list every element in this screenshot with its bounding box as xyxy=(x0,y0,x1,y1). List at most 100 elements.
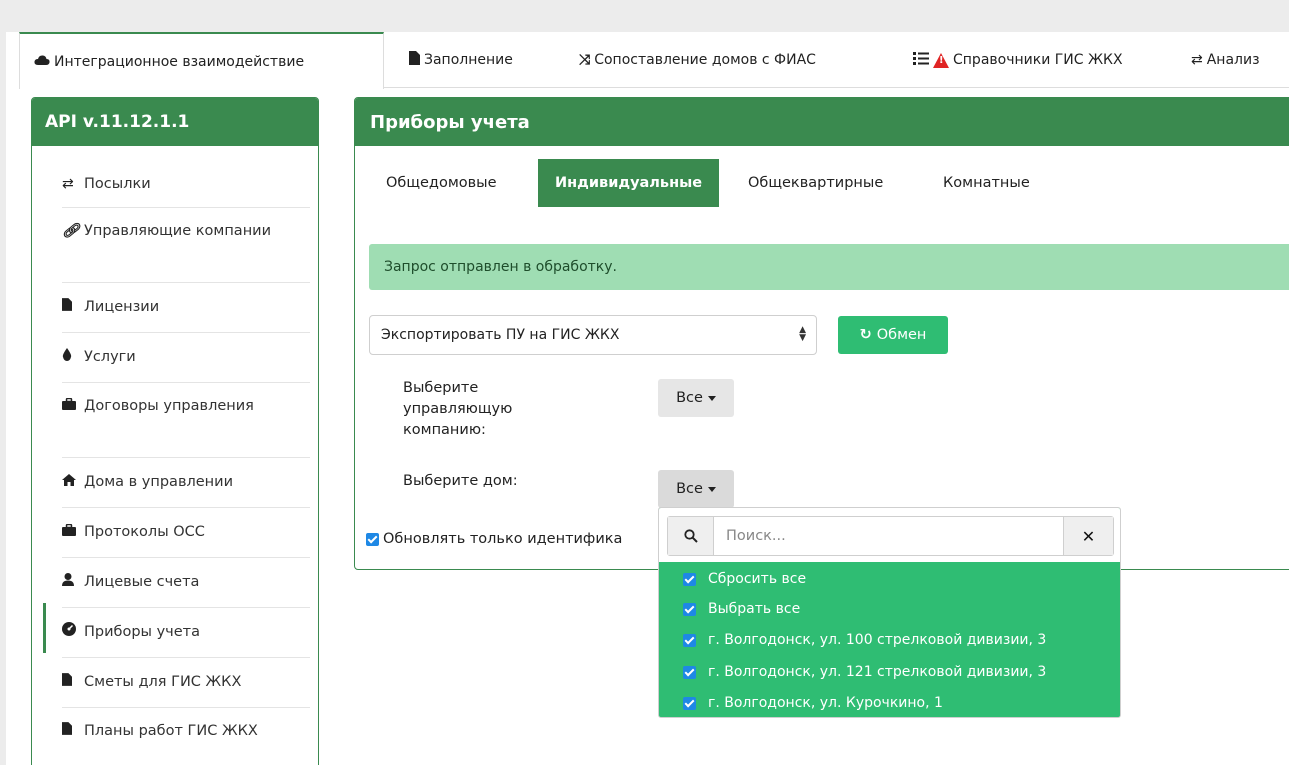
tab-label: Анализ xyxy=(1206,52,1260,68)
update-ids-checkbox[interactable] xyxy=(366,532,379,546)
subtab-common-house[interactable]: Общедомовые xyxy=(369,159,514,207)
refresh-icon: ↻ xyxy=(859,327,872,343)
dropdown-item-label: Выбрать все xyxy=(708,601,801,617)
sidebar-item-protocols[interactable]: Протоколы ОСС xyxy=(62,508,310,558)
active-item-marker xyxy=(43,603,46,653)
company-dropdown-value: Все xyxy=(676,390,703,406)
subtab-label: Общедомовые xyxy=(386,175,497,191)
dropdown-item-reset-all[interactable]: Сбросить все xyxy=(683,571,806,587)
sidebar-item-parcels[interactable]: ⇄ Посылки xyxy=(62,160,310,208)
subtab-label: Индивидуальные xyxy=(555,175,703,191)
update-ids-label: Обновлять только идентифика xyxy=(383,531,623,547)
subtab-room[interactable]: Комнатные xyxy=(926,159,1047,207)
sidebar-item-services[interactable]: Услуги xyxy=(62,333,310,383)
file-icon xyxy=(62,720,84,742)
sidebar-item-label: Лицензии xyxy=(84,299,160,315)
caret-down-icon xyxy=(707,395,716,401)
caret-down-icon xyxy=(707,486,716,492)
user-icon xyxy=(62,571,84,593)
dropdown-item-label: г. Волгодонск, ул. 100 стрелковой дивизи… xyxy=(708,632,1047,648)
sidebar-item-label: Управляющие компании xyxy=(84,223,272,239)
file-icon xyxy=(62,671,84,693)
sidebar-item-estimates[interactable]: Сметы для ГИС ЖКХ xyxy=(62,658,310,708)
select-arrows-icon: ▲ ▼ xyxy=(799,325,806,343)
item-checkbox[interactable] xyxy=(683,696,696,710)
tab-analysis[interactable]: ⇄ Анализ xyxy=(1191,32,1260,88)
home-icon xyxy=(62,471,84,493)
drop-icon xyxy=(62,346,84,368)
sidebar: API v.11.12.1.1 ⇄ Посылки 🔗︎ Управляющие к… xyxy=(31,97,319,765)
file-icon xyxy=(409,51,420,69)
item-checkbox[interactable] xyxy=(683,665,696,679)
dropdown-item-house[interactable]: г. Волгодонск, ул. 100 стрелковой дивизи… xyxy=(683,632,1046,648)
tab-label: Интеграционное взаимодействие xyxy=(54,53,305,70)
sidebar-item-label: Договоры управления xyxy=(84,398,254,414)
sidebar-item-label: Посылки xyxy=(84,176,151,192)
gauge-icon xyxy=(62,621,84,643)
file-icon xyxy=(62,296,84,318)
dropdown-item-select-all[interactable]: Выбрать все xyxy=(683,601,800,617)
exchange-icon: ⇄ xyxy=(62,176,74,192)
sidebar-item-accounts[interactable]: Лицевые счета xyxy=(62,558,310,608)
sidebar-title: API v.11.12.1.1 xyxy=(32,98,318,146)
update-ids-option[interactable]: Обновлять только идентифика xyxy=(366,531,622,547)
sidebar-item-label: Лицевые счета xyxy=(84,574,200,590)
item-checkbox[interactable] xyxy=(683,572,696,586)
subtab-individual[interactable]: Индивидуальные xyxy=(538,159,720,207)
briefcase-icon xyxy=(62,395,84,417)
sidebar-item-contracts[interactable]: Договоры управления xyxy=(62,383,310,458)
link-icon: 🔗︎ xyxy=(62,223,80,239)
status-alert: Запрос отправлен в обработку. xyxy=(369,244,1289,290)
dropdown-item-label: г. Волгодонск, ул. Курочкино, 1 xyxy=(708,695,943,711)
house-label: Выберите дом: xyxy=(403,473,518,489)
tab-filling[interactable]: Заполнение xyxy=(409,32,513,88)
tab-integration[interactable]: Интеграционное взаимодействие xyxy=(19,32,384,89)
item-checkbox[interactable] xyxy=(683,633,696,647)
sidebar-item-work-plans[interactable]: Планы работ ГИС ЖКХ xyxy=(62,708,262,765)
dropdown-item-house[interactable]: г. Волгодонск, ул. Курочкино, 1 xyxy=(683,695,943,711)
action-select[interactable]: Экспортировать ПУ на ГИС ЖКХ ▲ ▼ xyxy=(369,315,817,355)
sidebar-item-label: Протоколы ОСС xyxy=(84,524,205,540)
sidebar-item-companies[interactable]: 🔗︎ Управляющие компании xyxy=(62,208,310,283)
dropdown-item-label: г. Волгодонск, ул. 121 стрелковой дивизи… xyxy=(708,664,1047,680)
house-dropdown-button[interactable]: Все xyxy=(658,470,734,508)
exchange-button[interactable]: ↻ Обмен xyxy=(838,316,948,354)
tab-fias[interactable]: ⤨ Сопоставление домов с ФИАС xyxy=(579,32,816,88)
sidebar-item-label: Планы работ ГИС ЖКХ xyxy=(84,723,258,739)
search-input[interactable] xyxy=(714,517,1063,555)
company-dropdown-button[interactable]: Все xyxy=(658,379,734,417)
tab-label: Справочники ГИС ЖКХ xyxy=(953,52,1123,68)
subtab-label: Общеквартирные xyxy=(748,175,884,191)
cloud-icon xyxy=(34,54,50,70)
subtab-common-apartment[interactable]: Общеквартирные xyxy=(731,159,900,207)
top-tabbar: Интеграционное взаимодействие Заполнение… xyxy=(19,32,1289,89)
sidebar-item-label: Сметы для ГИС ЖКХ xyxy=(84,674,242,690)
tab-dictionaries[interactable]: Справочники ГИС ЖКХ xyxy=(913,32,1123,88)
dropdown-item-label: Сбросить все xyxy=(708,571,807,587)
dropdown-item-house[interactable]: г. Волгодонск, ул. 121 стрелковой дивизи… xyxy=(683,664,1046,680)
briefcase-icon xyxy=(62,521,84,543)
warning-icon xyxy=(933,52,949,68)
exchange-icon: ⇄ xyxy=(1191,52,1203,68)
search-box: ✕ xyxy=(667,516,1114,556)
top-band xyxy=(0,0,1289,32)
sidebar-item-meters[interactable]: Приборы учета xyxy=(62,608,310,658)
page-title: Приборы учета xyxy=(355,98,1289,146)
house-dropdown-menu: ✕ Сбросить все Выбрать все г. Волгодонск… xyxy=(658,507,1121,718)
subtab-label: Комнатные xyxy=(943,175,1030,191)
sidebar-item-label: Приборы учета xyxy=(84,624,201,640)
sidebar-item-label: Дома в управлении xyxy=(84,474,234,490)
dropdown-search: ✕ xyxy=(659,508,1120,562)
sidebar-item-label: Услуги xyxy=(84,349,136,365)
company-label: Выберите управляющую компанию: xyxy=(403,380,513,438)
clear-search-button[interactable]: ✕ xyxy=(1063,517,1113,555)
tab-label: Сопоставление домов с ФИАС xyxy=(594,52,816,68)
action-select-value: Экспортировать ПУ на ГИС ЖКХ xyxy=(381,327,620,343)
item-checkbox[interactable] xyxy=(683,602,696,616)
tab-label: Заполнение xyxy=(424,52,513,68)
search-icon xyxy=(668,517,714,555)
house-dropdown-value: Все xyxy=(676,481,703,497)
sidebar-item-houses[interactable]: Дома в управлении xyxy=(62,458,310,508)
sidebar-item-licenses[interactable]: Лицензии xyxy=(62,283,310,333)
list-icon xyxy=(913,51,929,69)
